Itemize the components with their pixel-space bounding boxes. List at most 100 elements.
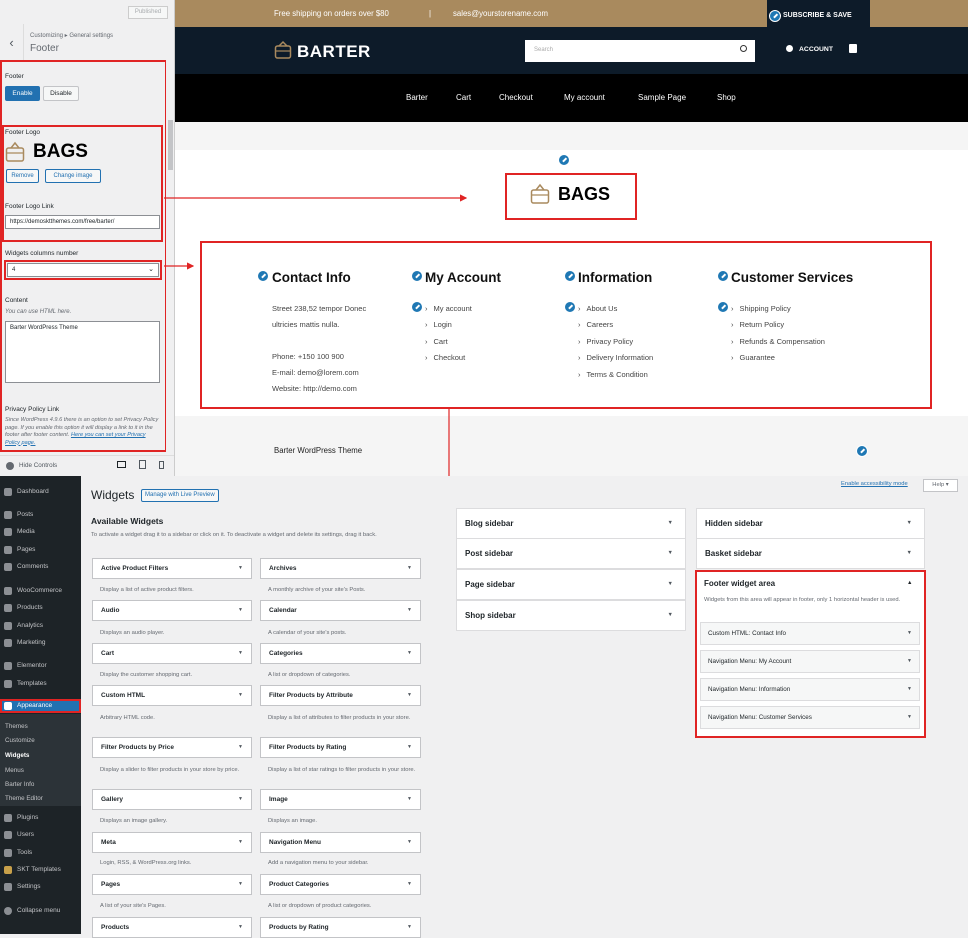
menu-elementor[interactable]: Elementor (0, 659, 81, 673)
sidebar-blog[interactable]: Blog sidebar (456, 508, 686, 539)
posts-icon (4, 511, 12, 519)
skt-templates-icon (4, 866, 12, 874)
live-preview-button[interactable]: Manage with Live Preview (141, 489, 219, 502)
widget-item[interactable]: Image (260, 789, 421, 810)
widget-desc: Arbitrary HTML code. (100, 715, 155, 721)
widget-item[interactable]: Calendar (260, 600, 421, 621)
help-tab[interactable]: Help ▾ (923, 479, 958, 492)
widget-item[interactable]: Filter Products by Rating (260, 737, 421, 758)
menu-marketing[interactable]: Marketing (0, 636, 81, 650)
menu-users[interactable]: Users (0, 828, 81, 842)
sidebar-post[interactable]: Post sidebar (456, 538, 686, 569)
analytics-icon (4, 622, 12, 630)
menu-media[interactable]: Media (0, 525, 81, 539)
menu-label: Appearance (17, 702, 53, 709)
widget-desc: A list or dropdown of product categories… (268, 903, 372, 909)
menu-label: Elementor (17, 662, 47, 669)
sidebar-basket[interactable]: Basket sidebar (696, 538, 925, 569)
widget-item[interactable]: Archives (260, 558, 421, 579)
collapse-menu[interactable]: Collapse menu (0, 904, 81, 918)
menu-label: Analytics (17, 622, 44, 629)
widget-desc: A list or dropdown of categories. (268, 672, 351, 678)
widget-item[interactable]: Navigation Menu (260, 832, 421, 853)
menu-pages[interactable]: Pages (0, 543, 81, 557)
media-icon (4, 528, 12, 536)
widget-desc: A calendar of your site's posts. (268, 630, 347, 636)
users-icon (4, 831, 12, 839)
menu-label: Media (17, 528, 35, 535)
widget-item[interactable]: Cart (92, 643, 252, 664)
plugins-icon (4, 814, 12, 822)
widget-item[interactable]: Audio (92, 600, 252, 621)
widget-desc: Add a navigation menu to your sidebar. (268, 860, 369, 866)
admin-menu: Dashboard Posts Media Pages Comments Woo… (0, 476, 81, 934)
menu-analytics[interactable]: Analytics (0, 619, 81, 633)
menu-label: Users (17, 831, 34, 838)
menu-posts[interactable]: Posts (0, 508, 81, 522)
submenu-widgets[interactable]: Widgets (5, 752, 29, 759)
comments-icon (4, 563, 12, 571)
footer-widget-area-title[interactable]: Footer widget area (704, 579, 775, 588)
menu-label: Templates (17, 680, 47, 687)
submenu-menus[interactable]: Menus (5, 767, 24, 774)
sidebar-shop[interactable]: Shop sidebar (456, 600, 686, 631)
widget-desc: Display a slider to filter products in y… (100, 767, 240, 773)
menu-label: Comments (17, 563, 49, 570)
menu-comments[interactable]: Comments (0, 560, 81, 574)
footer-widget-customer-services[interactable]: Navigation Menu: Customer Services (700, 706, 920, 729)
available-widgets-title: Available Widgets (91, 516, 164, 526)
menu-label: WooCommerce (17, 587, 63, 594)
widget-item[interactable]: Products (92, 917, 252, 938)
widget-desc: Display the customer shopping cart. (100, 672, 193, 678)
widget-item[interactable]: Filter Products by Price (92, 737, 252, 758)
sidebar-page[interactable]: Page sidebar (456, 569, 686, 600)
widget-item[interactable]: Filter Products by Attribute (260, 685, 421, 706)
widget-item[interactable]: Meta (92, 832, 252, 853)
widget-item[interactable]: Pages (92, 874, 252, 895)
widget-item[interactable]: Gallery (92, 789, 252, 810)
footer-widget-information[interactable]: Navigation Menu: Information (700, 678, 920, 701)
widget-desc: A list of your site's Pages. (100, 903, 166, 909)
menu-plugins[interactable]: Plugins (0, 811, 81, 825)
menu-settings[interactable]: Settings (0, 880, 81, 894)
menu-label: Plugins (17, 814, 39, 821)
menu-label: Collapse menu (17, 907, 61, 914)
widget-item[interactable]: Active Product Filters (92, 558, 252, 579)
marketing-icon (4, 639, 12, 647)
menu-tools[interactable]: Tools (0, 846, 81, 860)
elementor-icon (4, 662, 12, 670)
products-icon (4, 604, 12, 612)
widget-item[interactable]: Custom HTML (92, 685, 252, 706)
menu-label: Dashboard (17, 488, 49, 495)
submenu-customize[interactable]: Customize (5, 737, 35, 744)
menu-products[interactable]: Products (0, 601, 81, 615)
accessibility-mode-link[interactable]: Enable accessibility mode (841, 481, 908, 487)
widget-desc: Displays an audio player. (100, 630, 165, 636)
submenu-barter-info[interactable]: Barter Info (5, 781, 34, 788)
menu-label: Pages (17, 546, 36, 553)
menu-label: SKT Templates (17, 866, 61, 873)
page-title: Widgets (91, 488, 135, 502)
widget-desc: A monthly archive of your site's Posts. (268, 587, 366, 593)
submenu-themes[interactable]: Themes (5, 723, 28, 730)
menu-woocommerce[interactable]: WooCommerce (0, 584, 81, 598)
tools-icon (4, 849, 12, 857)
settings-icon (4, 883, 12, 891)
menu-label: Tools (17, 849, 33, 856)
submenu-theme-editor[interactable]: Theme Editor (5, 795, 43, 802)
sidebar-hidden[interactable]: Hidden sidebar (696, 508, 925, 539)
menu-dashboard[interactable]: Dashboard (0, 485, 81, 499)
widget-desc: Display a list of active product filters… (100, 587, 194, 593)
widget-item[interactable]: Product Categories (260, 874, 421, 895)
footer-widget-contact[interactable]: Custom HTML: Contact Info (700, 622, 920, 645)
templates-icon (4, 680, 12, 688)
chevron-up-icon[interactable]: ▲ (907, 580, 912, 586)
widget-item[interactable]: Products by Rating (260, 917, 421, 938)
menu-skt-templates[interactable]: SKT Templates (0, 863, 81, 877)
widget-item[interactable]: Categories (260, 643, 421, 664)
appearance-icon (4, 702, 12, 710)
menu-label: Posts (17, 511, 34, 518)
menu-templates[interactable]: Templates (0, 677, 81, 691)
menu-appearance[interactable]: Appearance (0, 699, 81, 713)
footer-widget-my-account[interactable]: Navigation Menu: My Account (700, 650, 920, 673)
